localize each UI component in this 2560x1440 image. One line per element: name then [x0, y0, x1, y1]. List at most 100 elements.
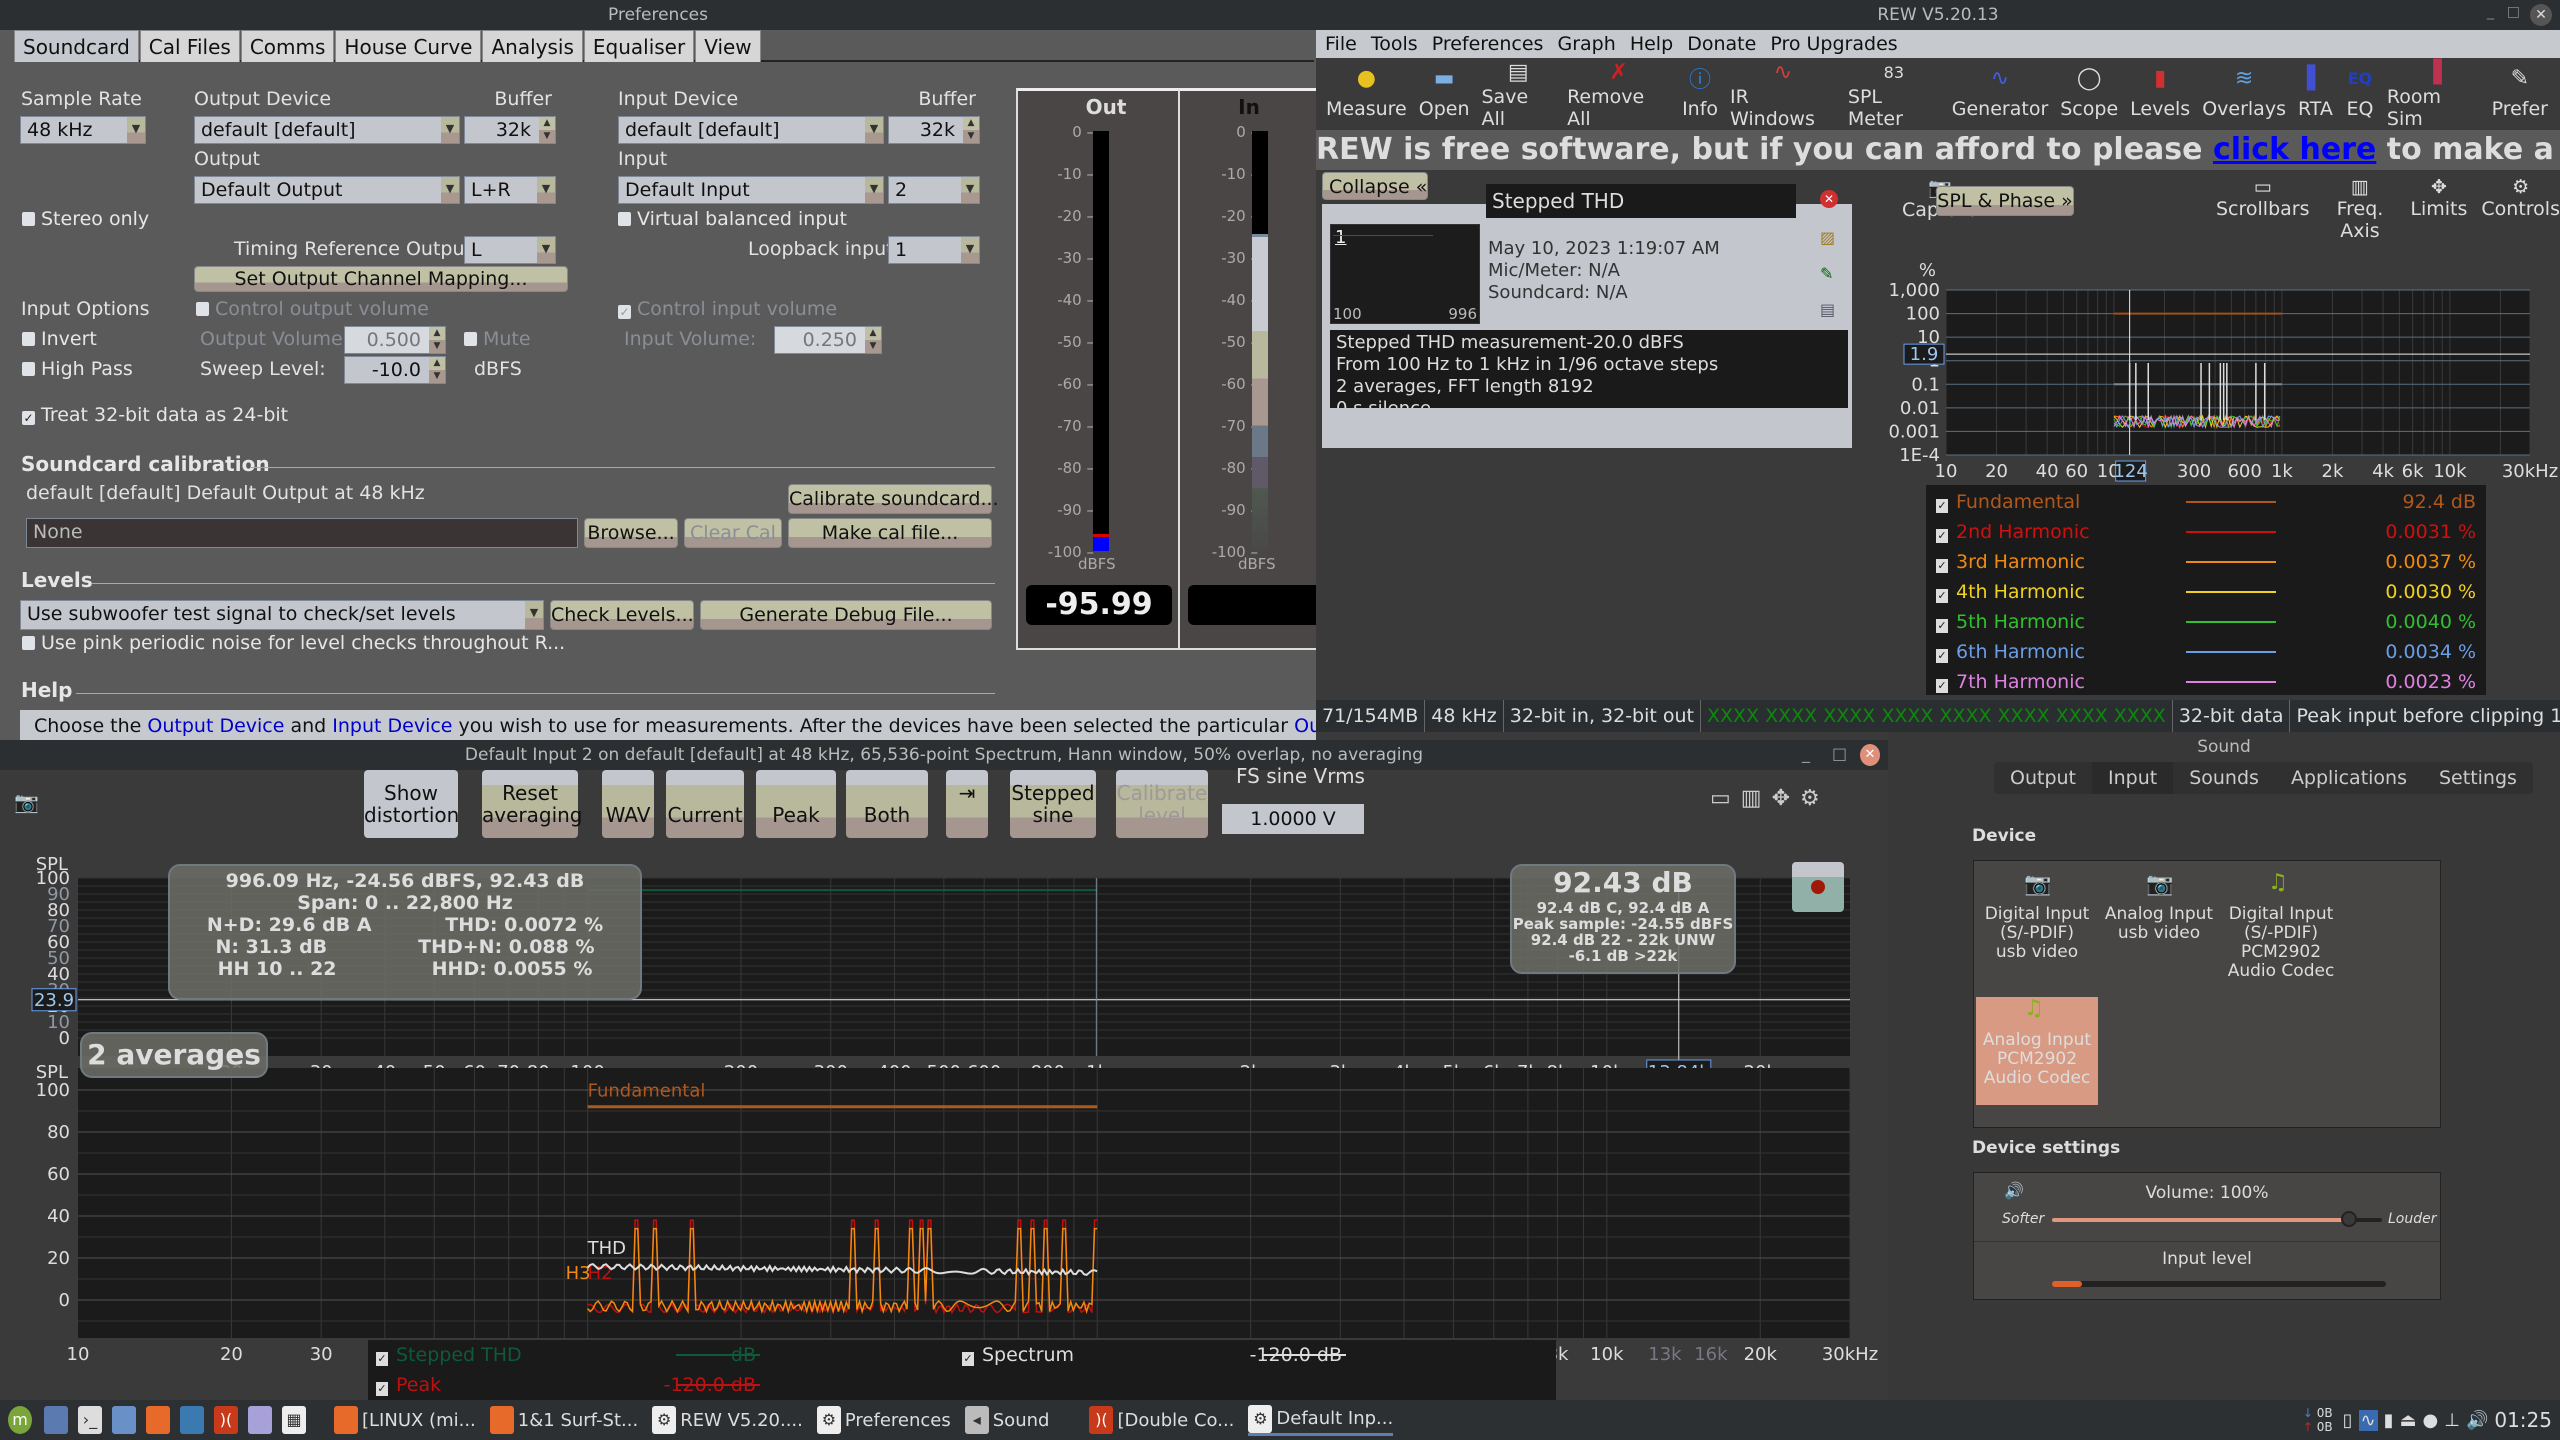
- fs-sine-field[interactable]: 1.0000 V: [1222, 804, 1364, 834]
- save-measurement-icon[interactable]: ▨: [1820, 228, 1835, 247]
- show-distortion-button[interactable]: Show distortion: [364, 770, 459, 838]
- check-levels-button[interactable]: Check Levels...: [550, 600, 694, 630]
- limits-icon[interactable]: ✥: [1772, 786, 1790, 811]
- ir-windows-button[interactable]: ∿ IR Windows: [1730, 58, 1836, 131]
- show-desktop-button[interactable]: [44, 1406, 72, 1434]
- checkmark-icon[interactable]: ✓: [376, 1382, 388, 1396]
- calculator-launcher[interactable]: ▦: [282, 1406, 310, 1434]
- control-output-volume-checkbox[interactable]: Control output volume: [196, 298, 429, 320]
- checkmark-icon[interactable]: ✓: [1936, 679, 1948, 693]
- help-link-output[interactable]: Output: [1294, 715, 1316, 737]
- volume-knob[interactable]: [2341, 1211, 2357, 1227]
- camera-icon[interactable]: 📷: [14, 790, 39, 814]
- record-button[interactable]: [1792, 862, 1844, 912]
- open-button[interactable]: ▬ Open: [1419, 58, 1470, 130]
- checkmark-icon[interactable]: ✓: [1936, 499, 1948, 513]
- both-button[interactable]: Both: [846, 770, 928, 838]
- menu-file[interactable]: File: [1325, 33, 1357, 55]
- menu-preferences[interactable]: Preferences: [1432, 33, 1544, 55]
- sample-rate-select[interactable]: 48 kHz ▼: [20, 116, 146, 144]
- input-device-select[interactable]: default [default] ▼: [618, 116, 884, 144]
- legend-row[interactable]: ✓ 6th Harmonic 0.0034 %: [1936, 637, 2476, 667]
- tab-view[interactable]: View: [695, 30, 761, 62]
- input-select[interactable]: Default Input ▼: [618, 176, 884, 204]
- eq-button[interactable]: EQ EQ: [2345, 58, 2375, 130]
- close-measurement-icon[interactable]: ✕: [1820, 190, 1838, 208]
- system-monitor-tray-icon[interactable]: ∿: [2358, 1409, 2378, 1431]
- legend-row[interactable]: ✓ 3rd Harmonic 0.0037 %: [1936, 547, 2476, 577]
- measurement-notes[interactable]: Stepped THD measurement-20.0 dBFS From 1…: [1330, 330, 1848, 408]
- output-volume-spinner[interactable]: 0.500 ▲ ▼: [344, 326, 446, 354]
- overlays-button[interactable]: ≋ Overlays: [2202, 58, 2286, 130]
- donate-link[interactable]: click here: [2213, 132, 2376, 167]
- levels-button[interactable]: ▮ Levels: [2130, 58, 2190, 130]
- levels-signal-select[interactable]: Use subwoofer test signal to check/set l…: [20, 600, 544, 630]
- device-item[interactable]: 📷 Digital Input (S/-PDIF) usb video: [1976, 871, 2098, 962]
- tab-equaliser[interactable]: Equaliser: [583, 30, 695, 62]
- controls-button[interactable]: ⚙ Controls: [2481, 176, 2560, 242]
- loopback-select[interactable]: 1 ▼: [888, 236, 980, 264]
- legend-row[interactable]: ✓ 5th Harmonic 0.0040 %: [1936, 607, 2476, 637]
- volume-slider[interactable]: [2052, 1211, 2382, 1227]
- minimize-icon[interactable]: _: [2487, 4, 2494, 20]
- legend-row[interactable]: ✓ Peak -120.0 dB: [376, 1370, 916, 1400]
- taskbar-window-preferences[interactable]: ⚙ Preferences: [816, 1406, 951, 1434]
- generate-debug-button[interactable]: Generate Debug File...: [700, 600, 992, 630]
- tab-input[interactable]: Input: [2092, 762, 2174, 794]
- stereo-only-checkbox[interactable]: Stereo only: [22, 208, 149, 230]
- checkmark-icon[interactable]: ✓: [962, 1352, 974, 1366]
- terminal-launcher[interactable]: ›_: [78, 1406, 106, 1434]
- device-item[interactable]: 📷 Analog Input usb video: [2098, 871, 2220, 943]
- volume-tray-icon[interactable]: 🔊: [2466, 1410, 2488, 1431]
- device-item[interactable]: ♫ Digital Input (S/-PDIF) PCM2902 Audio Co…: [2220, 871, 2342, 981]
- start-menu-button[interactable]: m: [8, 1406, 36, 1434]
- info-button[interactable]: ⓘ Info: [1682, 58, 1718, 130]
- output-channel-select[interactable]: L+R ▼: [464, 176, 556, 204]
- rta-button[interactable]: ▌ RTA: [2298, 58, 2333, 130]
- wav-button[interactable]: WAV: [602, 770, 654, 838]
- gear-icon[interactable]: ⚙: [1800, 786, 1820, 811]
- graph-select-button[interactable]: SPL & Phase »: [1936, 186, 2074, 216]
- checkmark-icon[interactable]: ✓: [1936, 529, 1948, 543]
- export-button[interactable]: ⇥: [946, 770, 988, 838]
- current-button[interactable]: Current: [666, 770, 744, 838]
- collapse-button[interactable]: Collapse «: [1322, 172, 1428, 200]
- measurement-name-field[interactable]: Stepped THD: [1486, 184, 1796, 218]
- tab-sounds[interactable]: Sounds: [2173, 762, 2275, 794]
- notes-icon[interactable]: ▤: [1820, 300, 1835, 319]
- menu-donate[interactable]: Donate: [1687, 33, 1756, 55]
- help-link-output-device[interactable]: Output Device: [147, 715, 284, 737]
- input-channel-select[interactable]: 2 ▼: [888, 176, 980, 204]
- measurement-thumbnail[interactable]: 1 100 996: [1330, 224, 1480, 324]
- scope-button[interactable]: ◯ Scope: [2060, 58, 2118, 130]
- legend-row[interactable]: ✓ Fundamental 92.4 dB: [1936, 487, 2476, 517]
- taskbar-window-rew[interactable]: ⚙ REW V5.20....: [652, 1406, 803, 1434]
- cal-file-field[interactable]: None: [26, 518, 578, 548]
- taskbar-window-double-commander[interactable]: )([Double Co...: [1089, 1406, 1234, 1434]
- calibrate-soundcard-button[interactable]: Calibrate soundcard...: [788, 484, 999, 514]
- checkmark-icon[interactable]: ✓: [1936, 619, 1948, 633]
- files-launcher[interactable]: [112, 1406, 140, 1434]
- spl-meter-button[interactable]: 83 SPL Meter: [1848, 58, 1940, 131]
- control-input-volume-checkbox[interactable]: ✓ Control input volume: [618, 298, 837, 320]
- network-tray-icon[interactable]: ⊥: [2444, 1410, 2460, 1431]
- spinner-arrows-icon[interactable]: ▲ ▼: [429, 357, 445, 383]
- spinner-arrows-icon[interactable]: ▲ ▼: [963, 117, 979, 143]
- spinner-arrows-icon[interactable]: ▲ ▼: [865, 327, 881, 353]
- legend-row[interactable]: ✓ Spectrum -120.0 dB: [962, 1340, 1502, 1370]
- invert-checkbox[interactable]: Invert: [22, 328, 97, 350]
- tab-applications[interactable]: Applications: [2275, 762, 2423, 794]
- input-volume-spinner[interactable]: 0.250 ▲ ▼: [774, 326, 882, 354]
- text-editor-launcher[interactable]: [248, 1406, 276, 1434]
- spinner-arrows-icon[interactable]: ▲ ▼: [539, 117, 555, 143]
- browse-button[interactable]: Browse...: [584, 518, 678, 548]
- preferences-button[interactable]: ✎ Prefer: [2492, 58, 2548, 130]
- system-monitor-launcher[interactable]: [180, 1406, 208, 1434]
- tab-settings[interactable]: Settings: [2423, 762, 2533, 794]
- close-icon[interactable]: ✕: [1860, 744, 1880, 766]
- taskbar-window-sound[interactable]: ◂ Sound: [964, 1406, 1049, 1434]
- tab-soundcard[interactable]: Soundcard: [14, 30, 139, 62]
- mute-checkbox[interactable]: Mute: [464, 328, 531, 350]
- calibrate-level-button[interactable]: Calibrate level: [1116, 770, 1208, 838]
- help-link-input-device[interactable]: Input Device: [332, 715, 452, 737]
